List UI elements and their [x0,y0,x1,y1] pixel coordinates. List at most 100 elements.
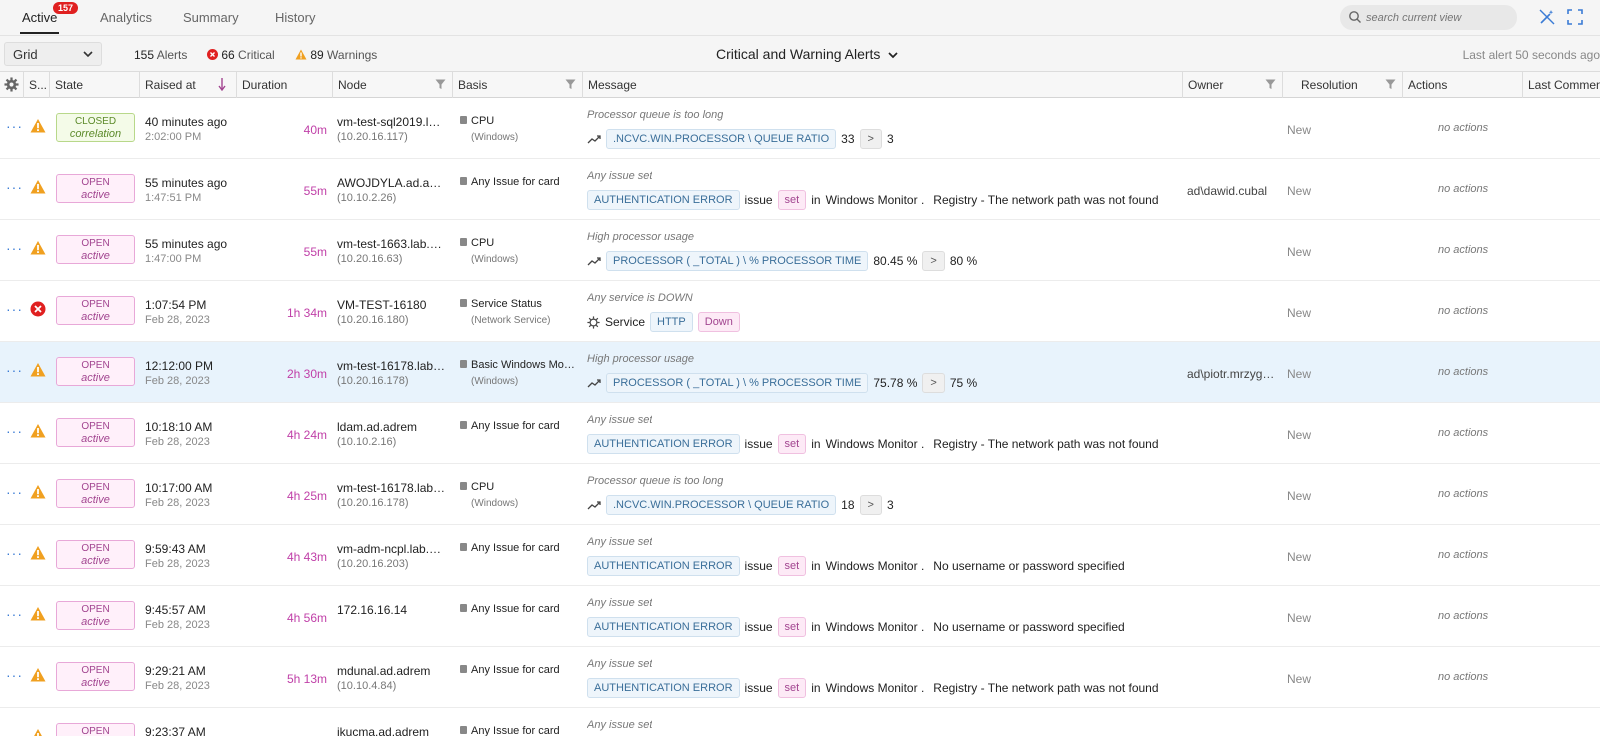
tab-analytics[interactable]: Analytics [100,10,152,25]
node-name-link[interactable]: ikucma.ad.adrem [337,725,447,736]
message-service-line: Service HTTP Down [587,311,740,333]
row-menu-button[interactable]: ··· [6,728,23,736]
table-row[interactable]: ··· CLOSED correlation 40 minutes ago 2:02:0… [0,98,1600,159]
column-severity[interactable]: S... [24,72,50,98]
tab-summary[interactable]: Summary [183,10,239,25]
auth-error-tag[interactable]: AUTHENTICATION ERROR [587,190,740,210]
magic-wand-off-icon[interactable] [1538,8,1556,26]
filter-icon[interactable] [435,79,446,90]
row-menu-button[interactable]: ··· [6,179,23,195]
raised-at-sub: 1:47:51 PM [145,192,202,204]
table-row[interactable]: ··· OPEN active 9:29:21 AM Feb 28, 2023 5h 13… [0,647,1600,708]
table-row[interactable]: ··· OPEN active 9:45:57 AM Feb 28, 2023 4h 56… [0,586,1600,647]
search-box[interactable] [1340,5,1517,30]
resolution[interactable]: New [1287,184,1311,198]
filter-icon[interactable] [1385,79,1396,90]
column-resolution[interactable]: Resolution [1283,72,1403,98]
node-name-link[interactable]: ldam.ad.adrem [337,420,447,434]
tab-active[interactable]: Active [19,10,60,34]
table-row[interactable]: ··· OPEN active 55 minutes ago 1:47:00 PM 55m… [0,220,1600,281]
resolution[interactable]: New [1287,245,1311,259]
duration: 4h 25m [286,489,327,503]
basis: Basic Windows Monitoring [460,359,580,371]
actions: no actions [1438,183,1489,195]
critical-count[interactable]: 66 Critical [207,48,275,62]
auth-error-tag[interactable]: AUTHENTICATION ERROR [587,617,740,637]
issue-word: issue [744,437,773,451]
grid-settings-button[interactable] [0,72,24,98]
row-menu-button[interactable]: ··· [6,301,23,317]
column-last-comment[interactable]: Last Comment [1523,72,1600,98]
search-input[interactable] [1366,8,1511,27]
table-row[interactable]: ··· OPEN active 10:17:00 AM Feb 28, 2023 4h 2… [0,464,1600,525]
alerts-toolbar: Grid 155 Alerts 66 Critical 89 Warnings … [0,36,1600,72]
message-title: High processor usage [587,353,695,365]
raised-at: 9:29:21 AM [145,664,206,678]
resolution[interactable]: New [1287,611,1311,625]
set-tag: set [777,556,807,576]
resolution[interactable]: New [1287,550,1311,564]
metric-tag[interactable]: .NCVC.WIN.PROCESSOR \ QUEUE RATIO [606,495,837,515]
node-name-link[interactable]: vm-test-16178.lab.adrem [337,481,447,495]
column-basis[interactable]: Basis [453,72,583,98]
row-menu-button[interactable]: ··· [6,545,23,561]
service-name-tag[interactable]: HTTP [650,312,693,332]
table-row[interactable]: ··· OPEN active 55 minutes ago 1:47:51 PM 55m… [0,159,1600,220]
node-name-link[interactable]: VM-TEST-16180 [337,298,447,312]
row-menu-button[interactable]: ··· [6,240,23,256]
table-row[interactable]: ··· OPEN active 12:12:00 PM Feb 28, 2023 2h 3… [0,342,1600,403]
resolution[interactable]: New [1287,489,1311,503]
fullscreen-icon[interactable] [1566,8,1584,26]
filter-icon[interactable] [565,79,576,90]
row-menu-button[interactable]: ··· [6,484,23,500]
node-name-link[interactable]: vm-test-sql2019.lab.adrem [337,115,447,129]
column-raised-at[interactable]: Raised at [140,72,237,98]
issue-word: issue [744,193,773,207]
table-row[interactable]: ··· OPEN active 10:18:10 AM Feb 28, 2023 4h 2… [0,403,1600,464]
column-actions[interactable]: Actions [1403,72,1523,98]
resolution[interactable]: New [1287,367,1311,381]
column-node[interactable]: Node [333,72,453,98]
resolution[interactable]: New [1287,306,1311,320]
resolution[interactable]: New [1287,123,1311,137]
metric-tag[interactable]: PROCESSOR ( _TOTAL ) \ % PROCESSOR TIME [606,251,869,271]
node-name-link[interactable]: vm-test-1663.lab.adrem [337,237,447,251]
duration: 1h 34m [286,306,327,320]
resolution[interactable]: New [1287,672,1311,686]
column-owner[interactable]: Owner [1183,72,1283,98]
auth-error-tag[interactable]: AUTHENTICATION ERROR [587,678,740,698]
view-title-dropdown[interactable]: Critical and Warning Alerts [716,46,898,62]
state-badge: CLOSED correlation [56,113,135,142]
row-menu-button[interactable]: ··· [6,423,23,439]
issue-word: issue [744,559,773,573]
row-menu-button[interactable]: ··· [6,667,23,683]
auth-error-tag[interactable]: AUTHENTICATION ERROR [587,434,740,454]
tab-history[interactable]: History [275,10,315,25]
state-badge: OPENactive [56,479,135,508]
column-state[interactable]: State [50,72,140,98]
node-name-link[interactable]: vm-test-16178.lab.adrem [337,359,447,373]
resolution[interactable]: New [1287,428,1311,442]
row-menu-button[interactable]: ··· [6,118,23,134]
column-duration[interactable]: Duration [237,72,333,98]
table-row[interactable]: ···OPENactive9:23:37 AMFeb 28, 2023ikucm… [0,708,1600,736]
filter-icon[interactable] [1265,79,1276,90]
actions: no actions [1438,488,1489,500]
raised-at-sub: Feb 28, 2023 [145,680,210,692]
view-mode-select[interactable]: Grid [4,42,102,66]
warnings-count[interactable]: 89 Warnings [295,48,377,62]
auth-error-tag[interactable]: AUTHENTICATION ERROR [587,556,740,576]
metric-tag[interactable]: .NCVC.WIN.PROCESSOR \ QUEUE RATIO [606,129,837,149]
metric-tag[interactable]: PROCESSOR ( _TOTAL ) \ % PROCESSOR TIME [606,373,869,393]
row-menu-button[interactable]: ··· [6,362,23,378]
gear-icon [4,77,19,92]
view-title: Critical and Warning Alerts [716,46,881,62]
node-name-link[interactable]: vm-adm-ncpl.lab.adrem [337,542,447,556]
node-name-link[interactable]: AWOJDYLA.ad.adrem [337,176,447,190]
row-menu-button[interactable]: ··· [6,606,23,622]
column-message[interactable]: Message [583,72,1183,98]
table-row[interactable]: ··· OPEN active 9:59:43 AM Feb 28, 2023 4h 43… [0,525,1600,586]
table-row[interactable]: ··· OPEN active 1:07:54 PM Feb 28, 2023 1h 34… [0,281,1600,342]
node-name-link[interactable]: 172.16.16.14 [337,603,447,617]
node-name-link[interactable]: mdunal.ad.adrem [337,664,447,678]
